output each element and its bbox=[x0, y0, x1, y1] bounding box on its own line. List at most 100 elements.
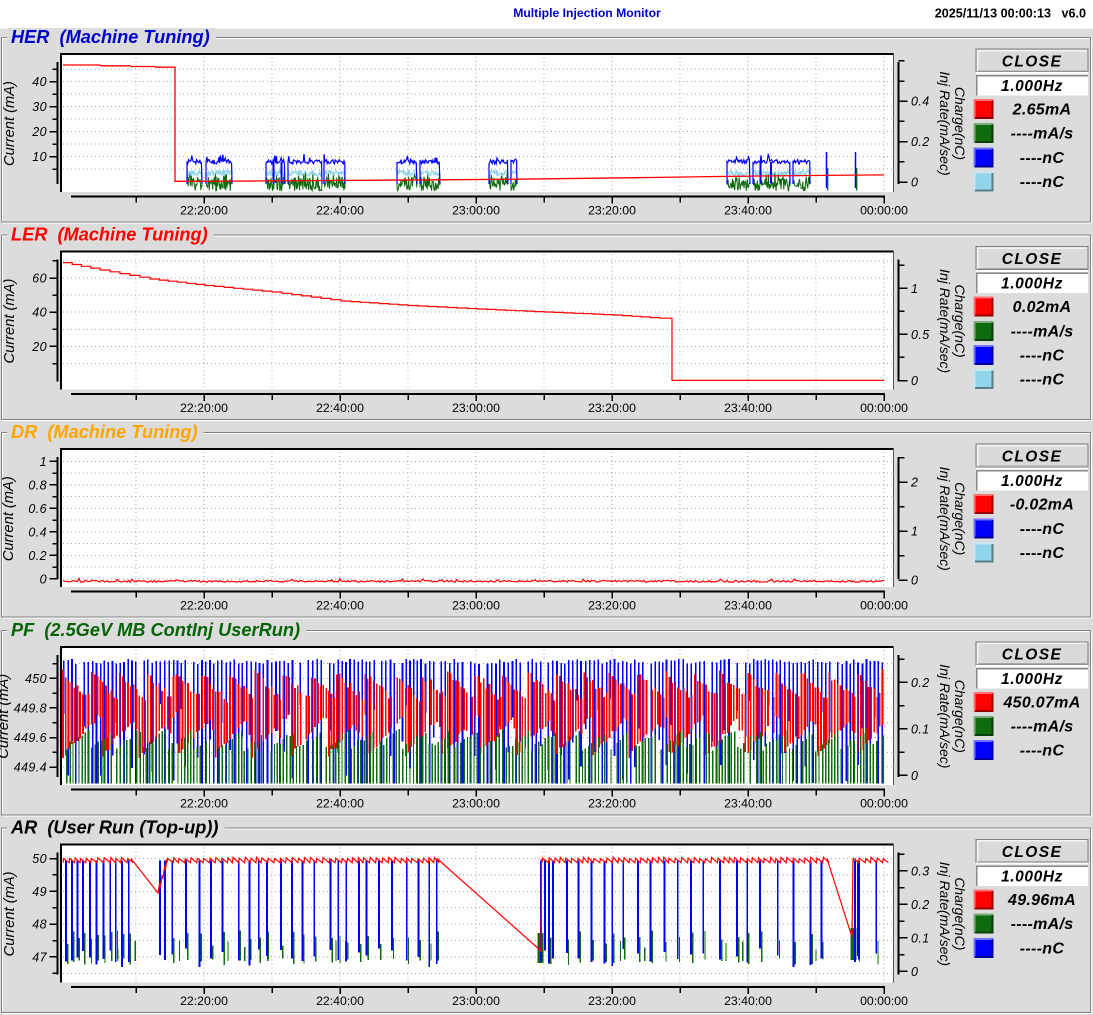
svg-text:0.4: 0.4 bbox=[911, 95, 930, 109]
svg-text:2.65mA: 2.65mA bbox=[1012, 102, 1072, 119]
svg-text:23:40:00: 23:40:00 bbox=[724, 994, 772, 1008]
svg-text:48: 48 bbox=[32, 918, 47, 932]
svg-text:0: 0 bbox=[911, 574, 918, 588]
svg-text:2: 2 bbox=[910, 476, 918, 490]
svg-text:00:00:00: 00:00:00 bbox=[860, 796, 908, 810]
svg-text:Charge(nC): Charge(nC) bbox=[952, 285, 968, 358]
svg-text:Charge(nC): Charge(nC) bbox=[952, 877, 968, 950]
svg-text:23:20:00: 23:20:00 bbox=[588, 994, 636, 1008]
svg-text:00:00:00: 00:00:00 bbox=[860, 401, 908, 415]
svg-text:Current (mA): Current (mA) bbox=[1, 476, 17, 561]
svg-text:----nC: ----nC bbox=[1020, 348, 1065, 365]
svg-text:20: 20 bbox=[31, 340, 47, 354]
svg-text:Current (mA): Current (mA) bbox=[2, 81, 18, 166]
svg-text:0: 0 bbox=[40, 572, 47, 586]
svg-text:1.000Hz: 1.000Hz bbox=[1001, 276, 1063, 293]
svg-text:0.1: 0.1 bbox=[911, 722, 930, 736]
svg-text:PF (2.5GeV MB ContInj UserRun: PF (2.5GeV MB ContInj UserRun) bbox=[11, 620, 300, 640]
svg-text:----mA/s: ----mA/s bbox=[1011, 323, 1074, 340]
svg-text:Inj Rate(mA/sec): Inj Rate(mA/sec) bbox=[937, 71, 953, 175]
svg-text:30: 30 bbox=[32, 100, 47, 114]
svg-text:CLOSE: CLOSE bbox=[1002, 54, 1062, 71]
svg-text:23:00:00: 23:00:00 bbox=[452, 599, 500, 613]
svg-text:----mA/s: ----mA/s bbox=[1011, 916, 1074, 933]
svg-text:CLOSE: CLOSE bbox=[1002, 844, 1062, 861]
svg-text:47: 47 bbox=[32, 950, 47, 964]
svg-text:----nC: ----nC bbox=[1020, 372, 1065, 389]
svg-text:Inj Rate(mA/sec): Inj Rate(mA/sec) bbox=[937, 269, 953, 373]
svg-text:22:20:00: 22:20:00 bbox=[180, 401, 228, 415]
svg-text:450: 450 bbox=[25, 672, 47, 686]
svg-text:----nC: ----nC bbox=[1020, 150, 1065, 167]
svg-text:23:00:00: 23:00:00 bbox=[452, 401, 500, 415]
svg-text:CLOSE: CLOSE bbox=[1002, 646, 1062, 663]
svg-text:1: 1 bbox=[911, 282, 918, 296]
svg-text:00:00:00: 00:00:00 bbox=[860, 204, 908, 218]
svg-text:23:20:00: 23:20:00 bbox=[588, 401, 636, 415]
svg-text:22:20:00: 22:20:00 bbox=[180, 204, 228, 218]
svg-text:Inj Rate(mA/sec): Inj Rate(mA/sec) bbox=[937, 862, 953, 966]
svg-text:----mA/s: ----mA/s bbox=[1011, 126, 1074, 143]
svg-text:2025/11/13 00:00:13 v6.0: 2025/11/13 00:00:13 v6.0 bbox=[935, 7, 1086, 21]
svg-text:0.5: 0.5 bbox=[911, 328, 930, 342]
svg-text:1.000Hz: 1.000Hz bbox=[1001, 473, 1063, 490]
svg-text:----nC: ----nC bbox=[1020, 545, 1065, 562]
svg-text:0.2: 0.2 bbox=[911, 676, 930, 690]
svg-text:23:40:00: 23:40:00 bbox=[724, 401, 772, 415]
svg-text:23:00:00: 23:00:00 bbox=[452, 796, 500, 810]
svg-text:CLOSE: CLOSE bbox=[1002, 449, 1062, 466]
svg-text:Current (mA): Current (mA) bbox=[2, 871, 18, 956]
svg-text:LER (Machine Tuning): LER (Machine Tuning) bbox=[11, 225, 208, 245]
svg-text:23:20:00: 23:20:00 bbox=[588, 796, 636, 810]
svg-text:HER (Machine Tuning): HER (Machine Tuning) bbox=[11, 27, 210, 47]
svg-text:Charge(nC): Charge(nC) bbox=[952, 482, 968, 555]
svg-text:0.2: 0.2 bbox=[28, 549, 47, 563]
svg-text:Current (mA): Current (mA) bbox=[0, 674, 12, 759]
svg-text:10: 10 bbox=[32, 150, 47, 164]
svg-text:49: 49 bbox=[32, 885, 47, 899]
svg-text:23:00:00: 23:00:00 bbox=[452, 994, 500, 1008]
svg-text:23:40:00: 23:40:00 bbox=[724, 599, 772, 613]
svg-text:450.07mA: 450.07mA bbox=[1002, 694, 1080, 711]
svg-text:00:00:00: 00:00:00 bbox=[860, 994, 908, 1008]
svg-text:22:40:00: 22:40:00 bbox=[316, 401, 364, 415]
svg-text:49.96mA: 49.96mA bbox=[1007, 892, 1076, 909]
svg-text:00:00:00: 00:00:00 bbox=[860, 599, 908, 613]
svg-text:23:00:00: 23:00:00 bbox=[452, 204, 500, 218]
svg-text:----nC: ----nC bbox=[1020, 940, 1065, 957]
svg-text:22:20:00: 22:20:00 bbox=[180, 796, 228, 810]
svg-text:0.4: 0.4 bbox=[28, 525, 47, 539]
svg-text:0.2: 0.2 bbox=[911, 135, 930, 149]
svg-text:22:40:00: 22:40:00 bbox=[316, 796, 364, 810]
svg-text:22:40:00: 22:40:00 bbox=[316, 599, 364, 613]
svg-text:0.6: 0.6 bbox=[28, 502, 47, 516]
svg-text:Inj Rate(mA/sec): Inj Rate(mA/sec) bbox=[937, 664, 953, 768]
svg-text:Multiple Injection Monitor: Multiple Injection Monitor bbox=[513, 6, 661, 20]
svg-text:1: 1 bbox=[40, 455, 47, 469]
svg-text:----nC: ----nC bbox=[1020, 174, 1065, 191]
svg-text:Charge(nC): Charge(nC) bbox=[952, 87, 968, 160]
svg-text:23:20:00: 23:20:00 bbox=[588, 599, 636, 613]
svg-text:0: 0 bbox=[911, 374, 918, 388]
svg-text:Inj Rate(mA/sec): Inj Rate(mA/sec) bbox=[937, 467, 953, 571]
svg-text:22:20:00: 22:20:00 bbox=[180, 994, 228, 1008]
svg-text:22:40:00: 22:40:00 bbox=[316, 204, 364, 218]
svg-text:40: 40 bbox=[32, 75, 47, 89]
svg-text:20: 20 bbox=[31, 125, 47, 139]
svg-text:----nC: ----nC bbox=[1020, 743, 1065, 760]
svg-text:22:20:00: 22:20:00 bbox=[180, 599, 228, 613]
svg-text:23:20:00: 23:20:00 bbox=[588, 204, 636, 218]
svg-text:1: 1 bbox=[911, 525, 918, 539]
svg-text:449.6: 449.6 bbox=[14, 731, 47, 745]
svg-text:449.8: 449.8 bbox=[14, 701, 47, 715]
svg-text:DR (Machine Tuning): DR (Machine Tuning) bbox=[11, 422, 198, 442]
svg-text:0.8: 0.8 bbox=[28, 478, 47, 492]
svg-text:23:40:00: 23:40:00 bbox=[724, 796, 772, 810]
svg-text:0.02mA: 0.02mA bbox=[1013, 299, 1072, 316]
svg-text:0: 0 bbox=[911, 176, 918, 190]
svg-text:23:40:00: 23:40:00 bbox=[724, 204, 772, 218]
svg-text:0.1: 0.1 bbox=[911, 931, 930, 945]
svg-text:40: 40 bbox=[32, 306, 47, 320]
svg-text:----nC: ----nC bbox=[1020, 521, 1065, 538]
svg-text:60: 60 bbox=[32, 272, 47, 286]
